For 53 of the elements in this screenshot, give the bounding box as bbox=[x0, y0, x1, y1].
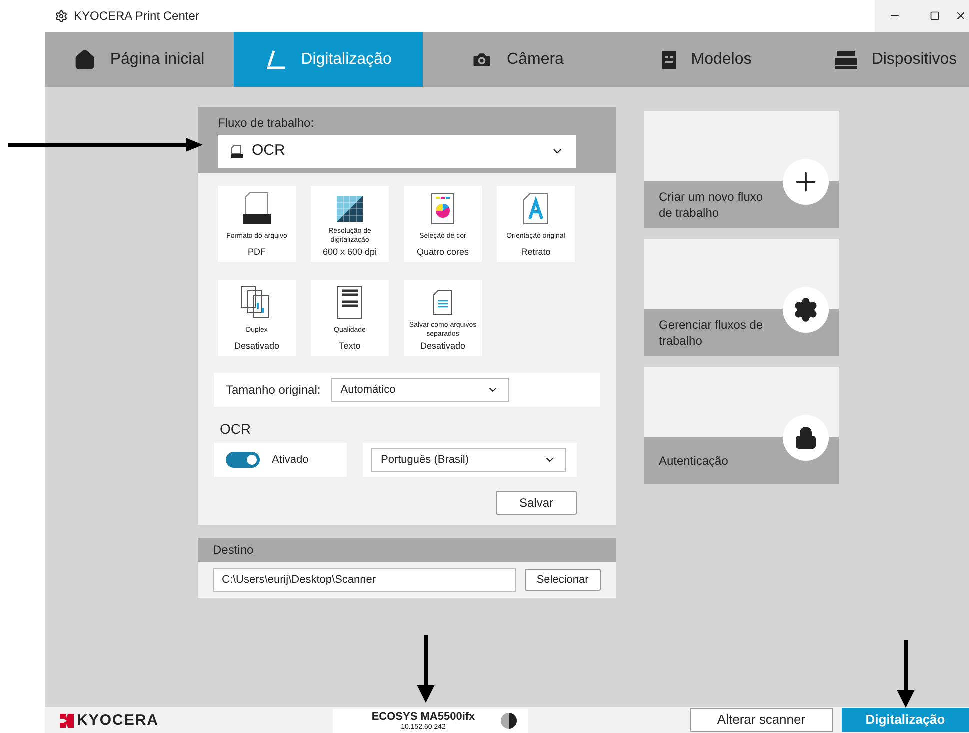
change-scanner-button[interactable]: Alterar scanner bbox=[690, 708, 833, 732]
save-button[interactable]: Salvar bbox=[496, 491, 577, 515]
window-title: KYOCERA Print Center bbox=[74, 8, 200, 25]
action-card[interactable]: Criar um novo fluxo de trabalho bbox=[644, 111, 839, 228]
setting-value: PDF bbox=[248, 246, 266, 258]
close-icon bbox=[955, 10, 967, 22]
annotation-arrow bbox=[897, 640, 915, 708]
action-card[interactable]: Gerenciar fluxos de trabalho bbox=[644, 239, 839, 356]
toggle-label: Ativado bbox=[272, 452, 309, 468]
setting-value: Desativado bbox=[234, 340, 280, 352]
lock-icon bbox=[794, 426, 818, 450]
action-card[interactable]: Autenticação bbox=[644, 367, 839, 484]
logo-icon bbox=[60, 714, 74, 728]
setting-value: 600 x 600 dpi bbox=[322, 246, 378, 258]
size-dropdown[interactable]: Automático bbox=[330, 378, 509, 402]
home-icon bbox=[74, 48, 96, 70]
toggle-switch[interactable] bbox=[226, 452, 260, 468]
nav-tab[interactable]: Modelos bbox=[612, 32, 801, 87]
pdf-file-icon bbox=[242, 192, 272, 226]
letter-a-page-icon bbox=[523, 193, 549, 225]
card-label: Autenticação bbox=[659, 452, 728, 468]
language-dropdown[interactable]: Português (Brasil) bbox=[371, 448, 566, 472]
document-icon bbox=[661, 50, 678, 70]
section-heading: OCR bbox=[220, 420, 252, 439]
path-field[interactable]: C:\Users\eurij\Desktop\Scanner bbox=[213, 568, 516, 592]
settings-icon bbox=[55, 10, 68, 22]
section-heading: Destino bbox=[198, 538, 616, 562]
page-lines-icon bbox=[433, 290, 453, 316]
grid-icon bbox=[337, 196, 363, 222]
scanner-icon bbox=[265, 48, 288, 70]
field-label: Fluxo de trabalho: bbox=[218, 115, 316, 132]
settings-icon bbox=[793, 297, 819, 323]
workflow-dropdown[interactable]: OCR bbox=[218, 135, 576, 168]
device-name: ECOSYS MA5500ifx bbox=[372, 710, 476, 724]
setting-value: Retrato bbox=[521, 246, 551, 258]
nav-tab[interactable]: Câmera bbox=[423, 32, 612, 87]
maximize-icon bbox=[930, 11, 940, 21]
setting-value: Desativado bbox=[420, 340, 466, 352]
setting-value: Texto bbox=[339, 340, 361, 352]
logo-text: KYOCERA bbox=[77, 713, 160, 728]
annotation-arrow bbox=[417, 635, 435, 703]
half-circle-icon bbox=[500, 712, 518, 730]
color-page-icon bbox=[431, 193, 455, 225]
setting-value: Quatro cores bbox=[416, 246, 470, 258]
card-label: Gerenciar fluxos de trabalho bbox=[659, 316, 764, 348]
nav-tab[interactable]: Dispositivos bbox=[801, 32, 969, 87]
printer-icon bbox=[834, 50, 858, 70]
select-button[interactable]: Selecionar bbox=[524, 569, 601, 591]
nav-tab[interactable]: Página inicial bbox=[45, 32, 234, 87]
text-page-icon bbox=[337, 286, 363, 320]
field-label: Tamanho original: bbox=[226, 382, 321, 399]
card-label: Criar um novo fluxo de trabalho bbox=[659, 188, 764, 220]
scanner-icon bbox=[230, 144, 244, 158]
